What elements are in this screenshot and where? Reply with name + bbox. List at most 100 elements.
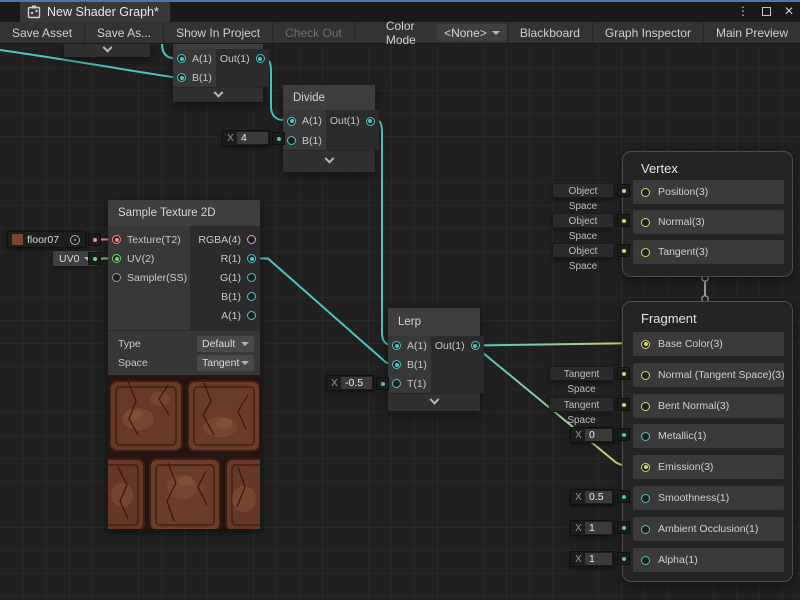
texture-connector[interactable]	[88, 233, 101, 246]
block-port-emission[interactable]	[641, 463, 650, 472]
output-port-g[interactable]	[247, 273, 256, 282]
block-row-tangent[interactable]: Tangent(3)	[633, 240, 784, 264]
block-port-normal-tangent[interactable]	[641, 371, 650, 380]
x-value[interactable]: 1	[585, 553, 612, 565]
input-port-b[interactable]	[287, 136, 296, 145]
ambient-occlusion-connector[interactable]	[617, 521, 630, 534]
input-port-texture[interactable]	[112, 235, 121, 244]
type-select[interactable]: Default	[197, 336, 254, 352]
binding-connector[interactable]	[617, 398, 630, 411]
input-port-a[interactable]	[177, 54, 186, 63]
wire-r-to-lerp-b[interactable]	[252, 259, 394, 365]
x-value[interactable]: 4	[237, 132, 268, 144]
block-row-alpha[interactable]: Alpha(1)	[633, 548, 784, 572]
block-port-normal[interactable]	[641, 218, 650, 227]
smoothness-connector[interactable]	[617, 490, 630, 503]
wire-lerp-to-basecolor[interactable]	[474, 343, 642, 346]
input-port-t[interactable]	[392, 379, 401, 388]
main-preview-button[interactable]: Main Preview	[703, 22, 800, 43]
menu-icon[interactable]: ⋮	[737, 5, 749, 17]
block-row-metallic[interactable]: Metallic(1)	[633, 424, 784, 448]
block-row-normal[interactable]: Normal(3)	[633, 210, 784, 234]
close-icon[interactable]: ✕	[784, 5, 794, 17]
block-row-emission[interactable]: Emission(3)	[633, 455, 784, 479]
graph-inspector-button[interactable]: Graph Inspector	[592, 22, 703, 43]
metallic-default-field[interactable]: X 0	[570, 427, 614, 443]
binding-object-space[interactable]: Object Space	[552, 243, 614, 258]
block-row-bent-normal[interactable]: Bent Normal(3)	[633, 394, 784, 418]
block-port-base-color[interactable]	[641, 340, 650, 349]
vertex-context[interactable]: Vertex Position(3) Normal(3) Tangent(3)	[622, 151, 793, 277]
binding-tangent-space[interactable]: Tangent Space	[549, 397, 614, 412]
ambient-occlusion-default-field[interactable]: X 1	[570, 520, 614, 536]
block-row-smoothness[interactable]: Smoothness(1)	[633, 486, 784, 510]
output-port-b[interactable]	[247, 292, 256, 301]
save-as-button[interactable]: Save As...	[85, 22, 164, 43]
fragment-context[interactable]: Fragment Base Color(3) Normal (Tangent S…	[622, 301, 793, 582]
x-value[interactable]: 1	[585, 522, 612, 534]
collapse-toggle[interactable]	[283, 150, 375, 172]
block-port-tangent[interactable]	[641, 248, 650, 257]
blackboard-button[interactable]: Blackboard	[507, 22, 592, 43]
block-port-alpha[interactable]	[641, 556, 650, 565]
x-value[interactable]: 0	[585, 429, 612, 441]
input-port-uv[interactable]	[112, 254, 121, 263]
binding-object-space[interactable]: Object Space	[552, 213, 614, 228]
expand-toggle[interactable]	[64, 44, 150, 57]
block-row-normal-tangent[interactable]: Normal (Tangent Space)(3)	[633, 363, 784, 387]
output-port-rgba[interactable]	[247, 235, 256, 244]
block-row-position[interactable]: Position(3)	[633, 180, 784, 204]
output-port[interactable]	[471, 341, 480, 350]
block-port-position[interactable]	[641, 188, 650, 197]
block-row-ambient-occlusion[interactable]: Ambient Occlusion(1)	[633, 517, 784, 541]
node-lerp[interactable]: Lerp A(1) B(1) T(1)	[388, 308, 480, 411]
block-port-smoothness[interactable]	[641, 494, 650, 503]
metallic-connector[interactable]	[617, 428, 630, 441]
alpha-default-field[interactable]: X 1	[570, 551, 614, 567]
block-port-bent-normal[interactable]	[641, 402, 650, 411]
output-port-a[interactable]	[247, 311, 256, 320]
divide-b-default-field[interactable]: X 4	[222, 130, 270, 146]
x-value[interactable]: 0.5	[585, 491, 612, 503]
smoothness-default-field[interactable]: X 0.5	[570, 489, 614, 505]
maximize-icon[interactable]	[762, 7, 771, 16]
node-divide[interactable]: Divide A(1) B(1) Out(1)	[283, 85, 375, 172]
lerp-t-connector[interactable]	[376, 377, 389, 390]
tab-new-shader-graph[interactable]: New Shader Graph*	[20, 2, 170, 22]
input-port-a[interactable]	[287, 117, 296, 126]
input-port-a[interactable]	[392, 341, 401, 350]
alpha-connector[interactable]	[617, 552, 630, 565]
divide-b-connector[interactable]	[272, 132, 285, 145]
block-port-metallic[interactable]	[641, 432, 650, 441]
output-port-r[interactable]	[247, 254, 256, 263]
input-port-b[interactable]	[177, 73, 186, 82]
texture-object-field[interactable]: floor07	[7, 231, 86, 248]
save-asset-button[interactable]: Save Asset	[0, 22, 85, 43]
input-port-sampler[interactable]	[112, 273, 121, 282]
binding-connector[interactable]	[617, 184, 630, 197]
block-row-base-color[interactable]: Base Color(3)	[633, 332, 784, 356]
binding-object-space[interactable]: Object Space	[552, 183, 614, 198]
collapse-toggle[interactable]	[388, 393, 480, 411]
x-value[interactable]: -0.5	[341, 377, 372, 389]
node-sample-texture-2d[interactable]: Sample Texture 2D Texture(T2) UV(2) Samp…	[108, 200, 260, 529]
object-picker-icon[interactable]	[70, 235, 80, 245]
color-mode-select[interactable]: <None>	[437, 24, 507, 41]
binding-connector[interactable]	[617, 214, 630, 227]
lerp-t-default-field[interactable]: X -0.5	[326, 375, 374, 391]
input-port-b[interactable]	[392, 360, 401, 369]
binding-connector[interactable]	[617, 367, 630, 380]
show-in-project-button[interactable]: Show In Project	[164, 22, 273, 43]
output-port[interactable]	[366, 117, 375, 126]
node-collapsed[interactable]	[64, 44, 150, 57]
uv-connector[interactable]	[88, 252, 101, 265]
binding-tangent-space[interactable]: Tangent Space	[549, 366, 614, 381]
graph-canvas[interactable]: A(1) B(1) Out(1) Divide	[0, 44, 800, 600]
block-port-ambient-occlusion[interactable]	[641, 525, 650, 534]
node-partial-top[interactable]: A(1) B(1) Out(1)	[173, 44, 263, 102]
output-port[interactable]	[256, 54, 265, 63]
space-select[interactable]: Tangent	[197, 355, 254, 371]
chevron-down-icon	[429, 395, 439, 405]
binding-connector[interactable]	[617, 244, 630, 257]
collapse-toggle[interactable]	[173, 87, 263, 102]
